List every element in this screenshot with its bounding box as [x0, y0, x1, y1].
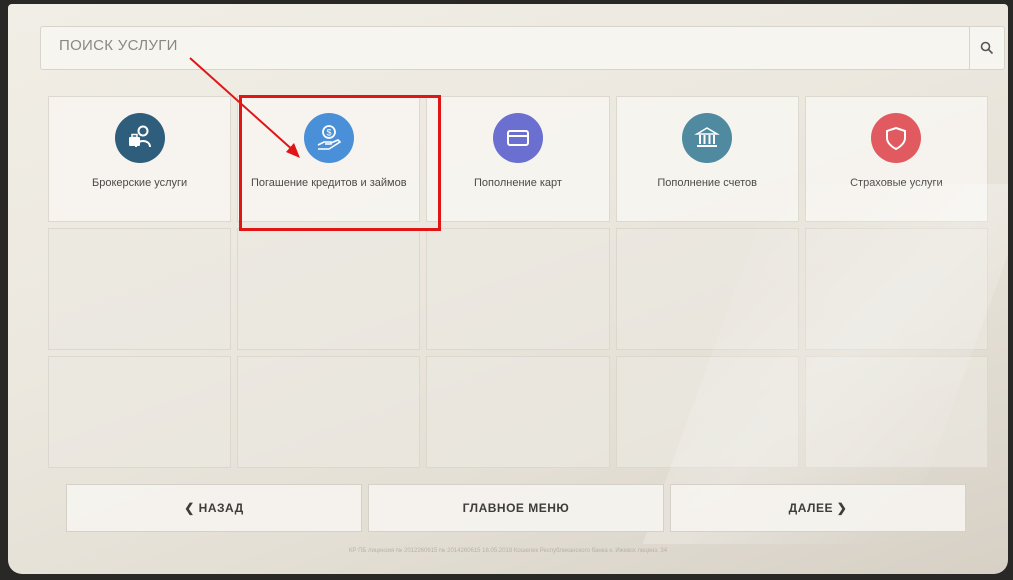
annotation-arrow: [189, 57, 300, 158]
